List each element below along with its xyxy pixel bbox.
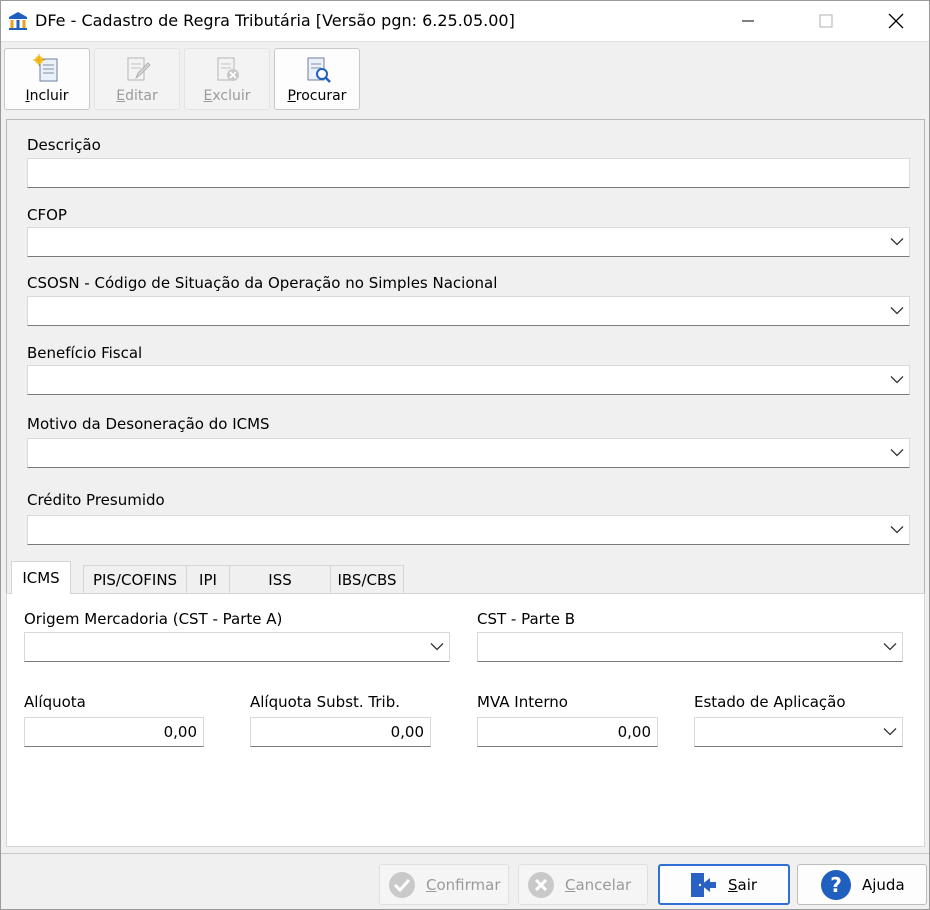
ajuda-label: Ajuda — [862, 875, 905, 894]
tab-ibs-cbs-label: IBS/CBS — [337, 570, 397, 589]
svg-text:?: ? — [830, 873, 842, 897]
maximize-button[interactable] — [803, 1, 849, 41]
estado-select[interactable] — [694, 717, 903, 747]
editar-label: Editar — [116, 88, 158, 104]
window-title: DFe - Cadastro de Regra Tributária [Vers… — [35, 11, 515, 30]
icms-tab-panel: Origem Mercadoria (CST - Parte A) CST - … — [6, 593, 925, 847]
bottom-bar: Confirmar Cancelar Sair ? Ajuda — [1, 853, 929, 909]
maximize-icon — [819, 14, 833, 28]
incluir-label: Incluir — [25, 88, 69, 104]
credito-select[interactable] — [27, 515, 910, 545]
chevron-down-icon — [890, 526, 904, 534]
chevron-down-icon — [890, 376, 904, 384]
tab-ibs-cbs[interactable]: IBS/CBS — [330, 565, 404, 593]
cst-b-select[interactable] — [477, 632, 903, 662]
cancel-circle-icon — [528, 871, 554, 898]
chevron-down-icon — [430, 643, 444, 651]
delete-document-icon — [217, 57, 239, 81]
tax-tabs: ICMS PIS/COFINS IPI ISS IBS/CBS — [6, 561, 925, 594]
procurar-button[interactable]: Procurar — [274, 48, 360, 110]
edit-document-icon — [127, 57, 151, 81]
excluir-label: Excluir — [203, 88, 251, 104]
excluir-button[interactable]: Excluir — [184, 48, 270, 110]
chevron-down-icon — [890, 307, 904, 315]
exit-door-icon — [691, 872, 716, 897]
help-question-icon: ? — [821, 869, 851, 900]
aliquota-st-value: 0,00 — [390, 723, 424, 741]
estado-label: Estado de Aplicação — [694, 693, 846, 711]
tab-iss[interactable]: ISS — [229, 565, 331, 593]
bank-building-icon — [9, 12, 27, 30]
csosn-label: CSOSN - Código de Situação da Operação n… — [27, 274, 498, 292]
close-button[interactable] — [873, 1, 919, 41]
mva-label: MVA Interno — [477, 693, 568, 711]
cancelar-button[interactable]: Cancelar — [518, 864, 648, 905]
origem-label: Origem Mercadoria (CST - Parte A) — [24, 610, 283, 628]
tab-pis-cofins-label: PIS/COFINS — [92, 570, 178, 589]
aliquota-input[interactable]: 0,00 — [24, 717, 204, 747]
tab-ipi[interactable]: IPI — [186, 565, 230, 593]
descricao-label: Descrição — [27, 136, 101, 154]
check-circle-icon — [389, 871, 415, 898]
minimize-icon — [742, 20, 754, 22]
cancelar-label: Cancelar — [565, 875, 632, 894]
close-icon — [888, 13, 904, 29]
confirmar-label: Confirmar — [426, 875, 501, 894]
motivo-label: Motivo da Desoneração do ICMS — [27, 415, 270, 433]
motivo-select[interactable] — [27, 438, 910, 468]
mva-input[interactable]: 0,00 — [477, 717, 658, 747]
aliquota-st-label: Alíquota Subst. Trib. — [250, 693, 401, 711]
ajuda-button[interactable]: ? Ajuda — [797, 864, 927, 905]
sair-label: Sair — [728, 875, 758, 894]
origem-select[interactable] — [24, 632, 450, 662]
aliquota-st-input[interactable]: 0,00 — [250, 717, 431, 747]
search-document-icon — [307, 57, 331, 83]
beneficio-select[interactable] — [27, 365, 910, 395]
cfop-select[interactable] — [27, 227, 910, 257]
chevron-down-icon — [883, 728, 897, 736]
tab-iss-label: ISS — [268, 570, 292, 589]
procurar-label: Procurar — [287, 88, 347, 104]
tab-icms[interactable]: ICMS — [11, 561, 71, 594]
toolbar: Incluir Editar Excluir Procurar — [1, 41, 929, 115]
minimize-button[interactable] — [725, 1, 771, 41]
mva-value: 0,00 — [617, 723, 651, 741]
cfop-label: CFOP — [27, 206, 67, 224]
beneficio-label: Benefício Fiscal — [27, 344, 143, 362]
incluir-button[interactable]: Incluir — [4, 48, 90, 110]
tab-ipi-label: IPI — [199, 570, 217, 589]
tab-pis-cofins[interactable]: PIS/COFINS — [83, 565, 187, 593]
aliquota-value: 0,00 — [163, 723, 197, 741]
credito-label: Crédito Presumido — [27, 491, 165, 509]
descricao-input[interactable] — [27, 158, 910, 188]
cst-b-label: CST - Parte B — [477, 610, 576, 628]
confirmar-button[interactable]: Confirmar — [379, 864, 509, 905]
tab-icms-label: ICMS — [22, 569, 60, 587]
new-document-icon — [33, 54, 58, 82]
chevron-down-icon — [890, 238, 904, 246]
aliquota-label: Alíquota — [24, 693, 86, 711]
title-bar: DFe - Cadastro de Regra Tributária [Vers… — [1, 1, 929, 41]
chevron-down-icon — [883, 643, 897, 651]
chevron-down-icon — [890, 449, 904, 457]
editar-button[interactable]: Editar — [94, 48, 180, 110]
sair-button[interactable]: Sair — [658, 864, 790, 905]
csosn-select[interactable] — [27, 296, 910, 326]
main-window: DFe - Cadastro de Regra Tributária [Vers… — [0, 0, 930, 910]
